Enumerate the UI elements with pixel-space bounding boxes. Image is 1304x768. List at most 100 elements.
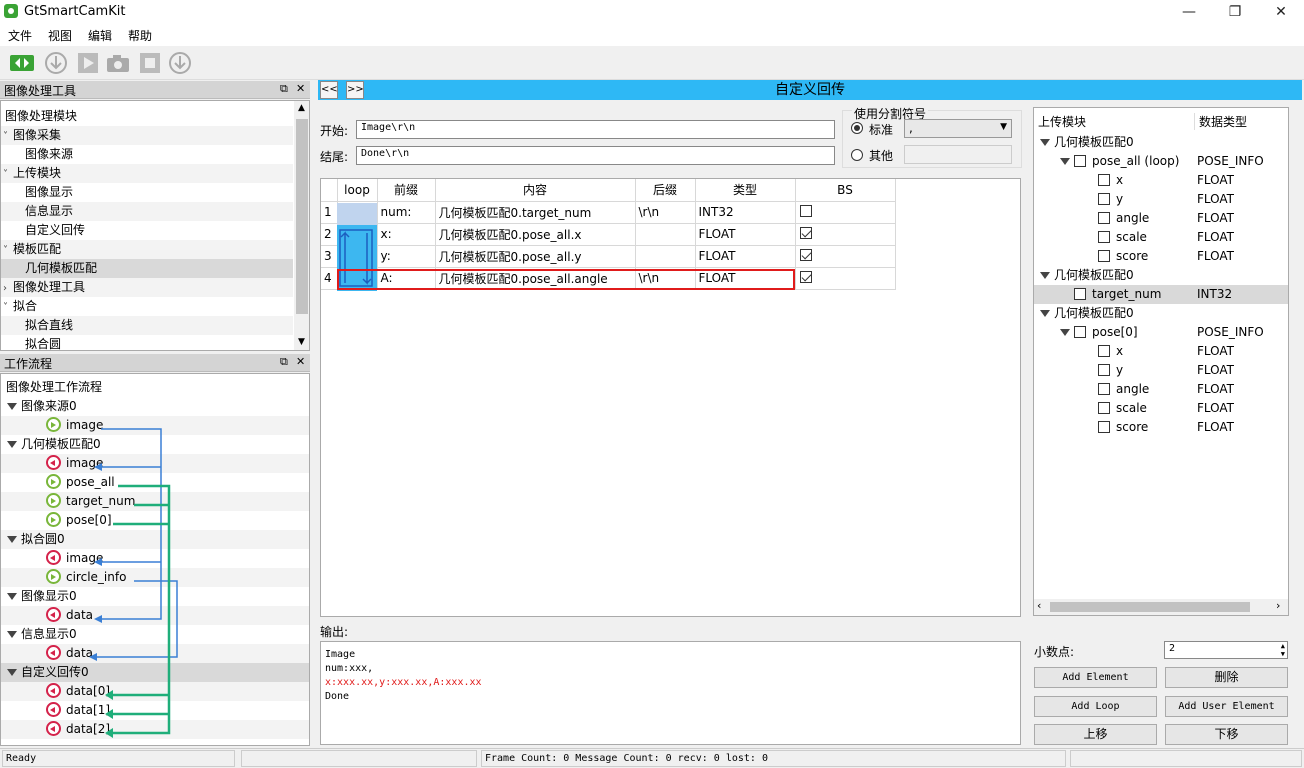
chevron-down-icon[interactable]: ˅ (3, 241, 13, 260)
bs-checkbox[interactable] (799, 270, 812, 283)
upload-checkbox[interactable] (1098, 211, 1110, 224)
upload-tree-item[interactable]: scale FLOAT (1034, 399, 1288, 418)
close-panel-icon[interactable]: ✕ (296, 355, 305, 368)
tool-tree-item[interactable]: › 图像处理工具 (1, 278, 293, 297)
content-cell[interactable]: 几何模板匹配0.pose_all.y (435, 245, 636, 268)
upload-tree-item[interactable]: scale FLOAT (1034, 228, 1288, 247)
close-panel-icon[interactable]: ✕ (296, 82, 305, 95)
move-down-button[interactable]: 下移 (1165, 724, 1288, 745)
scroll-left-icon[interactable]: ‹ (1037, 599, 1041, 612)
upload-tree-item[interactable]: y FLOAT (1034, 361, 1288, 380)
separator-select[interactable]: , ▼ (904, 119, 1012, 138)
delete-button[interactable]: 删除 (1165, 667, 1288, 688)
upload-checkbox[interactable] (1098, 401, 1110, 414)
chevron-right-icon[interactable]: › (3, 279, 13, 298)
tool-tree-item[interactable]: 几何模板匹配 (1, 259, 293, 278)
chevron-down-icon[interactable]: ˅ (3, 127, 13, 146)
scrollbar-thumb[interactable] (296, 119, 308, 314)
add-user-element-button[interactable]: Add User Element (1165, 696, 1288, 717)
content-cell[interactable]: 几何模板匹配0.pose_all.x (435, 223, 636, 246)
decimal-spinbox[interactable]: 2 ▲ ▼ (1164, 641, 1288, 659)
upload-tree-item[interactable]: score FLOAT (1034, 418, 1288, 437)
tool-tree-item[interactable]: 拟合直线 (1, 316, 293, 335)
tool-tree-item[interactable]: ˅ 图像采集 (1, 126, 293, 145)
upload-checkbox[interactable] (1098, 173, 1110, 186)
tool-tree-item[interactable]: ˅ 拟合 (1, 297, 293, 316)
float-panel-icon[interactable]: ⧉ (280, 82, 288, 96)
camera-icon[interactable] (104, 49, 132, 77)
expand-triangle-icon[interactable] (1060, 329, 1070, 336)
maximize-button[interactable]: ❐ (1212, 0, 1258, 24)
add-element-button[interactable]: Add Element (1034, 667, 1157, 688)
upload-checkbox[interactable] (1074, 154, 1086, 167)
end-input[interactable]: Done\r\n (356, 146, 835, 165)
col-content[interactable]: 内容 (435, 179, 636, 202)
output-box[interactable]: Image num:xxx, x:xxx.xx,y:xxx.xx,A:xxx.x… (320, 641, 1021, 745)
move-up-button[interactable]: 上移 (1034, 724, 1157, 745)
suffix-cell[interactable] (635, 245, 696, 268)
upload-checkbox[interactable] (1098, 382, 1110, 395)
col-type[interactable]: 类型 (695, 179, 796, 202)
menu-help[interactable]: 帮助 (128, 27, 152, 44)
upload-checkbox[interactable] (1098, 230, 1110, 243)
expand-triangle-icon[interactable] (1060, 158, 1070, 165)
upload-tree-item[interactable]: pose_all (loop) POSE_INFO (1034, 152, 1288, 171)
type-cell[interactable]: FLOAT (695, 245, 796, 268)
upload-checkbox[interactable] (1074, 325, 1086, 338)
type-cell[interactable]: FLOAT (695, 223, 796, 246)
download-icon[interactable] (42, 49, 70, 77)
scrollbar-thumb[interactable] (1050, 602, 1250, 612)
tool-tree-scrollbar[interactable]: ▲ ▼ (294, 101, 309, 350)
expand-triangle-icon[interactable] (1040, 310, 1050, 317)
float-panel-icon[interactable]: ⧉ (280, 355, 288, 369)
upload-checkbox[interactable] (1074, 287, 1086, 300)
spin-arrows-icon[interactable]: ▲ ▼ (1281, 642, 1285, 658)
start-input[interactable]: Image\r\n (356, 120, 835, 139)
menu-file[interactable]: 文件 (8, 27, 32, 44)
tool-tree-item[interactable]: 信息显示 (1, 202, 293, 221)
scroll-up-icon[interactable]: ▲ (298, 103, 305, 113)
upload-tree-item[interactable]: pose[0] POSE_INFO (1034, 323, 1288, 342)
tool-tree-item[interactable]: 图像处理模块 (1, 107, 293, 126)
content-cell[interactable]: 几何模板匹配0.target_num (435, 201, 636, 224)
upload-checkbox[interactable] (1098, 192, 1110, 205)
menu-view[interactable]: 视图 (48, 27, 72, 44)
separator-other-input[interactable] (904, 145, 1012, 164)
tool-tree-item[interactable]: ˅ 上传模块 (1, 164, 293, 183)
upload-tree-item[interactable]: score FLOAT (1034, 247, 1288, 266)
upload-checkbox[interactable] (1098, 363, 1110, 376)
expand-triangle-icon[interactable] (1040, 272, 1050, 279)
upload-checkbox[interactable] (1098, 344, 1110, 357)
upload-tree-item[interactable]: 几何模板匹配0 (1034, 133, 1288, 152)
radio-other[interactable] (851, 149, 863, 161)
suffix-cell[interactable]: \r\n (635, 201, 696, 224)
upload-checkbox[interactable] (1098, 249, 1110, 262)
tool-tree-item[interactable]: 自定义回传 (1, 221, 293, 240)
scroll-down-icon[interactable]: ▼ (298, 337, 305, 347)
tool-tree-item[interactable]: ˅ 模板匹配 (1, 240, 293, 259)
upload-tree-item[interactable]: angle FLOAT (1034, 380, 1288, 399)
add-loop-button[interactable]: Add Loop (1034, 696, 1157, 717)
tool-tree-item[interactable]: 图像显示 (1, 183, 293, 202)
bs-checkbox[interactable] (799, 248, 812, 261)
bs-checkbox[interactable] (799, 204, 812, 217)
scroll-right-icon[interactable]: › (1276, 599, 1280, 612)
upload-hscrollbar[interactable]: ‹ › (1034, 599, 1288, 615)
type-cell[interactable]: INT32 (695, 201, 796, 224)
upload-icon[interactable] (166, 49, 194, 77)
upload-tree-item[interactable]: x FLOAT (1034, 342, 1288, 361)
minimize-button[interactable]: — (1166, 0, 1212, 24)
col-suffix[interactable]: 后缀 (635, 179, 696, 202)
upload-tree-item[interactable]: y FLOAT (1034, 190, 1288, 209)
chevron-down-icon[interactable]: ˅ (3, 298, 13, 317)
play-icon[interactable] (74, 49, 102, 77)
upload-tree-item[interactable]: 几何模板匹配0 (1034, 304, 1288, 323)
close-button[interactable]: ✕ (1258, 0, 1304, 24)
upload-tree-item[interactable]: 几何模板匹配0 (1034, 266, 1288, 285)
menu-edit[interactable]: 编辑 (88, 27, 112, 44)
chevron-down-icon[interactable]: ˅ (3, 165, 13, 184)
upload-tree-item[interactable]: x FLOAT (1034, 171, 1288, 190)
tool-tree-item[interactable]: 拟合圆 (1, 335, 293, 350)
stop-icon[interactable] (136, 49, 164, 77)
connect-icon[interactable] (8, 49, 36, 77)
